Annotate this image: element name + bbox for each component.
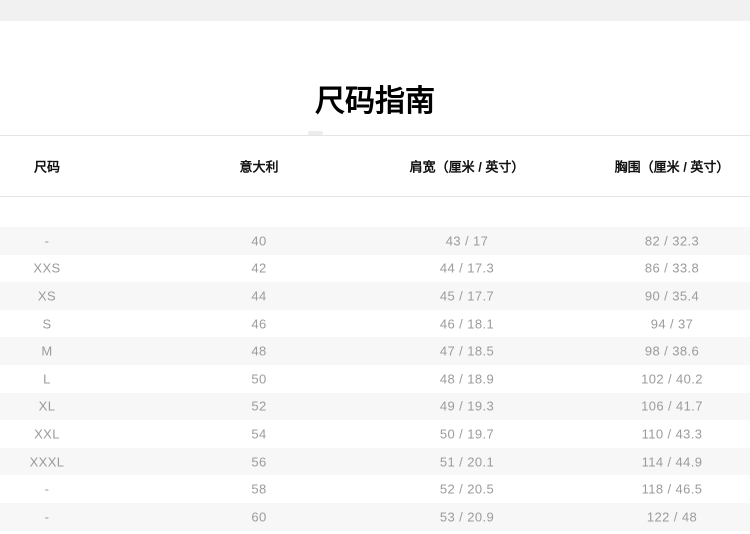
- table-row: - 60 53 / 20.9 122 / 48: [0, 502, 750, 531]
- table-cell-shoulder: 47 / 18.5: [439, 343, 495, 359]
- table-cell-shoulder: 48 / 18.9: [439, 371, 495, 387]
- table-cell-chest: 118 / 46.5: [641, 481, 703, 497]
- table-cell-size: XS: [37, 288, 57, 304]
- table-cell-shoulder: 46 / 18.1: [439, 316, 495, 332]
- table-cell-italy: 58: [251, 481, 267, 497]
- table-cell-italy: 48: [251, 343, 267, 359]
- column-header-size: 尺码: [33, 159, 61, 175]
- table-cell-size: -: [44, 233, 50, 249]
- table-row: XXS 42 44 / 17.3 86 / 33.8: [0, 255, 750, 283]
- table-cell-size: XXL: [34, 426, 60, 442]
- table-cell-italy: 56: [251, 454, 267, 470]
- table-cell-chest: 122 / 48: [646, 509, 698, 525]
- table-cell-chest: 90 / 35.4: [644, 288, 700, 304]
- column-header-chest: 胸围（厘米 / 英寸）: [614, 159, 730, 175]
- table-cell-shoulder: 44 / 17.3: [439, 260, 495, 276]
- table-row: XS 44 45 / 17.7 90 / 35.4: [0, 282, 750, 310]
- table-row: - 40 43 / 17 82 / 32.3: [0, 227, 750, 255]
- top-bar: [0, 0, 750, 21]
- table-cell-shoulder: 43 / 17: [445, 233, 489, 249]
- table-cell-italy: 60: [251, 509, 267, 525]
- table-row: - 58 52 / 20.5 118 / 46.5: [0, 475, 750, 503]
- table-cell-chest: 86 / 33.8: [644, 260, 700, 276]
- table-cell-size: S: [42, 316, 52, 332]
- column-header-shoulder: 肩宽（厘米 / 英寸）: [409, 159, 525, 175]
- table-row: S 46 46 / 18.1 94 / 37: [0, 310, 750, 338]
- table-cell-chest: 114 / 44.9: [641, 454, 703, 470]
- table-cell-shoulder: 49 / 19.3: [439, 398, 495, 414]
- table-cell-italy: 42: [251, 260, 267, 276]
- table-cell-chest: 102 / 40.2: [641, 371, 703, 387]
- table-cell-italy: 40: [251, 233, 267, 249]
- table-row: L 50 48 / 18.9 102 / 40.2: [0, 365, 750, 393]
- scrollbar-thumb[interactable]: [308, 131, 323, 135]
- table-row: M 48 47 / 18.5 98 / 38.6: [0, 337, 750, 365]
- table-cell-shoulder: 53 / 20.9: [439, 509, 495, 525]
- table-row: XXXL 56 51 / 20.1 114 / 44.9: [0, 447, 750, 476]
- table-cell-chest: 82 / 32.3: [644, 233, 700, 249]
- table-cell-chest: 106 / 41.7: [641, 398, 703, 414]
- table-cell-italy: 54: [251, 426, 267, 442]
- table-cell-chest: 98 / 38.6: [644, 343, 700, 359]
- table-cell-shoulder: 52 / 20.5: [439, 481, 495, 497]
- table-header-row: 尺码 意大利 肩宽（厘米 / 英寸） 胸围（厘米 / 英寸）: [0, 136, 750, 197]
- table-cell-size: -: [44, 481, 50, 497]
- table-cell-size: M: [41, 343, 53, 359]
- table-cell-italy: 52: [251, 398, 267, 414]
- table-cell-chest: 94 / 37: [650, 316, 694, 332]
- size-table-body: - 40 43 / 17 82 / 32.3 XXS 42 44 / 17.3 …: [0, 227, 750, 531]
- table-cell-shoulder: 50 / 19.7: [439, 426, 495, 442]
- size-guide-sheet: 尺码指南 尺码 意大利 肩宽（厘米 / 英寸） 胸围（厘米 / 英寸） - 40…: [0, 0, 750, 534]
- table-cell-size: -: [44, 509, 50, 525]
- table-cell-italy: 50: [251, 371, 267, 387]
- table-cell-size: XXS: [33, 260, 61, 276]
- table-cell-size: XXXL: [29, 454, 65, 470]
- table-cell-size: XL: [38, 398, 56, 414]
- table-cell-shoulder: 51 / 20.1: [439, 454, 495, 470]
- table-row: XXL 54 50 / 19.7 110 / 43.3: [0, 420, 750, 448]
- table-cell-chest: 110 / 43.3: [641, 426, 703, 442]
- table-cell-italy: 46: [251, 316, 267, 332]
- table-cell-italy: 44: [251, 288, 267, 304]
- table-cell-size: L: [43, 371, 51, 387]
- table-cell-shoulder: 45 / 17.7: [439, 288, 495, 304]
- page-title: 尺码指南: [315, 85, 435, 119]
- table-row: XL 52 49 / 19.3 106 / 41.7: [0, 392, 750, 421]
- column-header-italy: 意大利: [239, 159, 279, 175]
